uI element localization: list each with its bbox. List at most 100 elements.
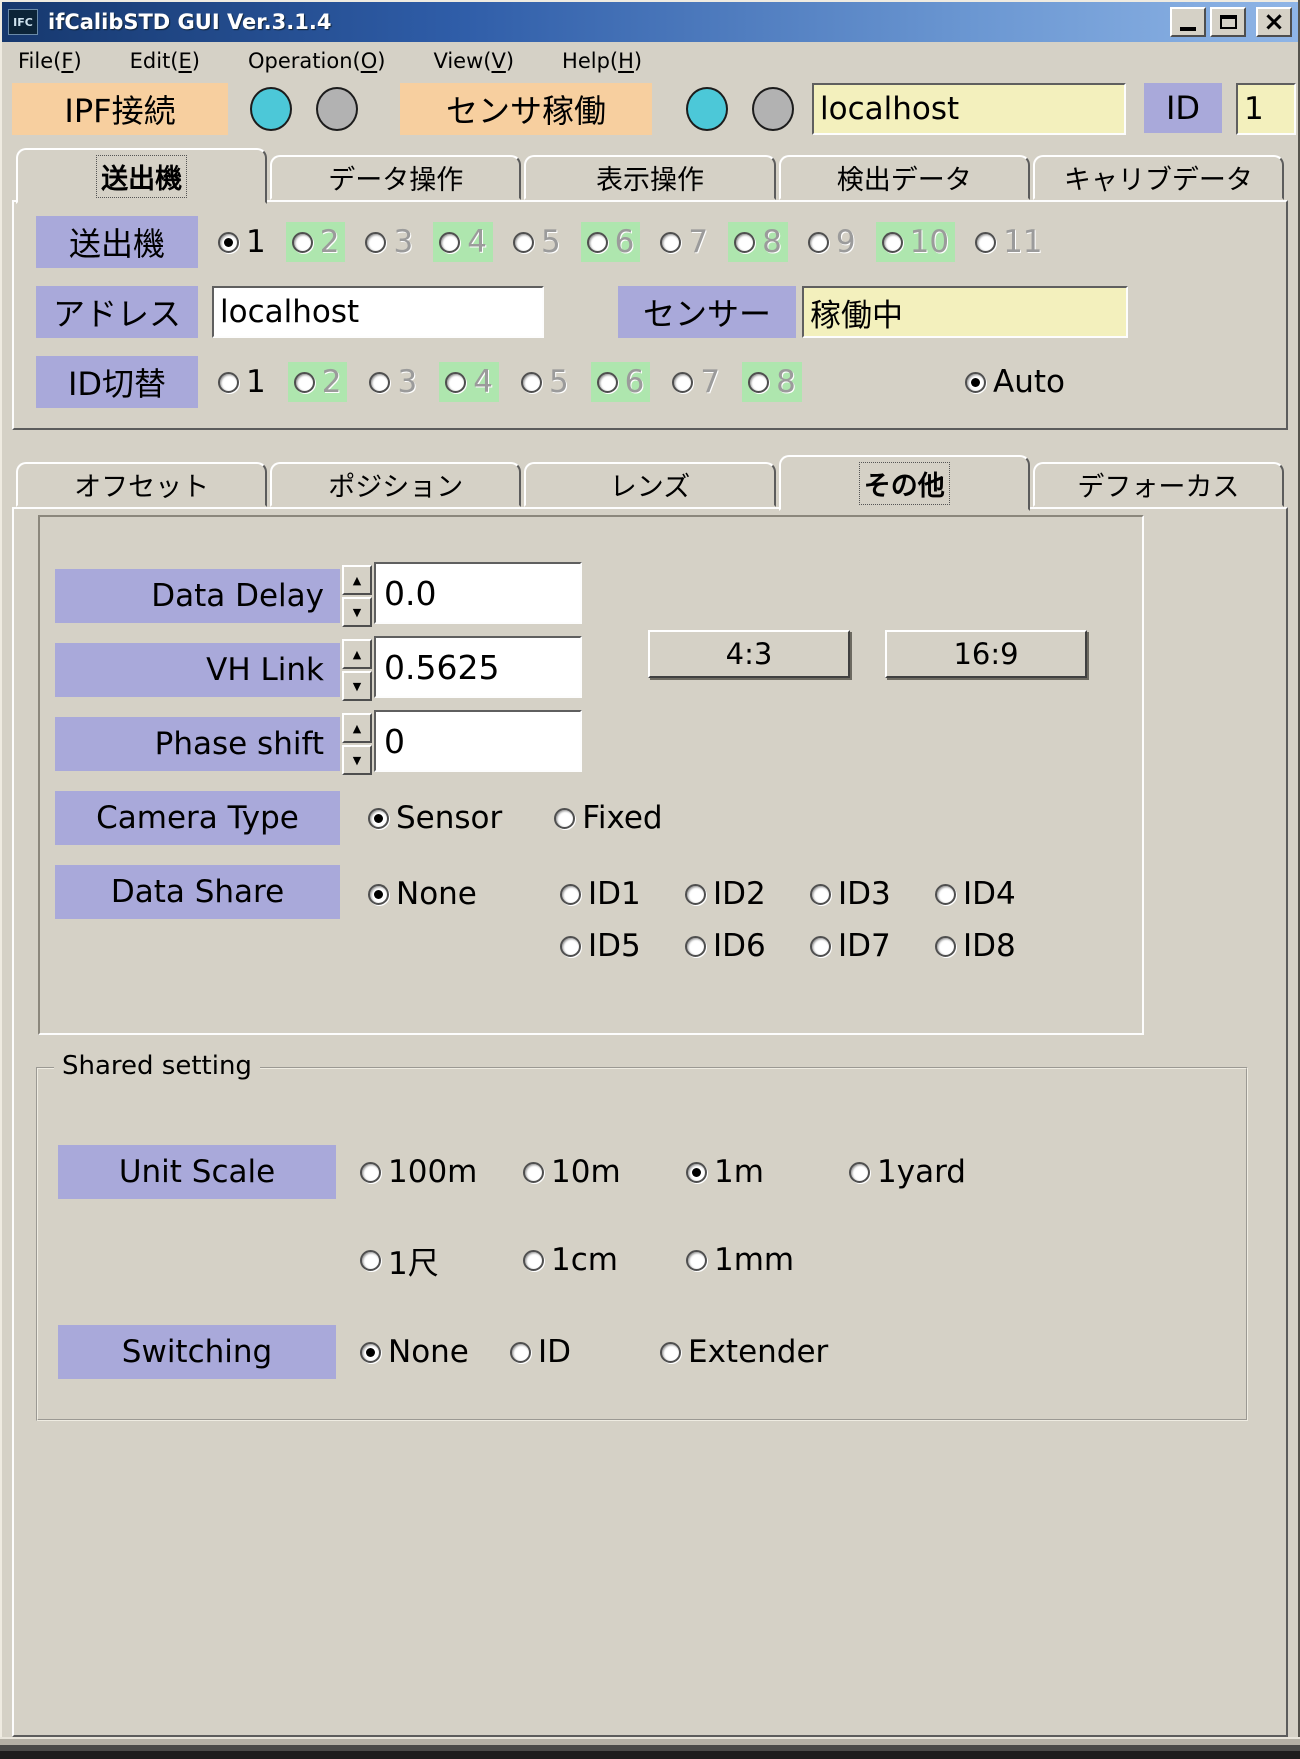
- tab-レンズ[interactable]: レンズ: [524, 462, 775, 507]
- radio-icon[interactable]: [810, 884, 831, 905]
- aspect-4-3-button[interactable]: 4:3: [648, 630, 850, 678]
- radio-icon: [808, 232, 829, 253]
- radio-option-ID4[interactable]: ID4: [935, 874, 1060, 914]
- radio-option-1[interactable]: 1: [212, 362, 272, 402]
- radio-option-1mm[interactable]: 1mm: [686, 1240, 849, 1280]
- radio-icon[interactable]: [686, 1250, 707, 1271]
- radio-option-None[interactable]: None: [362, 874, 483, 914]
- radio-icon[interactable]: [560, 884, 581, 905]
- id-switch-auto-radio: Auto: [959, 356, 1071, 408]
- radio-icon[interactable]: [218, 372, 239, 393]
- tab-キャリブデータ[interactable]: キャリブデータ: [1033, 155, 1284, 200]
- radio-option-ID3[interactable]: ID3: [810, 874, 935, 914]
- radio-icon[interactable]: [523, 1162, 544, 1183]
- radio-selected-icon[interactable]: [686, 1162, 707, 1183]
- radio-selected-icon[interactable]: [360, 1342, 381, 1363]
- spin-up-icon[interactable]: [342, 639, 372, 669]
- radio-icon[interactable]: [510, 1342, 531, 1363]
- radio-option-1yard[interactable]: 1yard: [849, 1152, 1012, 1192]
- address-field[interactable]: [212, 286, 544, 338]
- radio-selected-icon[interactable]: [368, 808, 389, 829]
- app-window: IFC ifCalibSTD GUI Ver.3.1.4 × File(F)Ed…: [0, 0, 1300, 1759]
- tab-検出データ[interactable]: 検出データ: [779, 155, 1030, 200]
- radio-option-Sensor[interactable]: Sensor: [362, 798, 508, 838]
- radio-option-ID[interactable]: ID: [510, 1332, 660, 1372]
- radio-option-Extender[interactable]: Extender: [660, 1332, 810, 1372]
- radio-option-1cm[interactable]: 1cm: [523, 1240, 686, 1280]
- radio-option-10m[interactable]: 10m: [523, 1152, 686, 1192]
- ipf-status-off-lamp-icon: [316, 87, 358, 131]
- radio-option-ID2[interactable]: ID2: [685, 874, 810, 914]
- spin-up-icon[interactable]: [342, 713, 372, 743]
- id-switch-label: ID切替: [36, 356, 198, 408]
- tab-表示操作[interactable]: 表示操作: [524, 155, 775, 200]
- radio-option-label: ID8: [963, 928, 1016, 964]
- tab-送出機[interactable]: 送出機: [16, 148, 267, 204]
- tab-label: オフセット: [74, 465, 209, 504]
- menu-item-operation[interactable]: Operation(O): [248, 49, 385, 73]
- radio-selected-icon[interactable]: [218, 232, 239, 253]
- radio-option-None[interactable]: None: [360, 1332, 510, 1372]
- radio-icon[interactable]: [560, 936, 581, 957]
- radio-icon[interactable]: [935, 884, 956, 905]
- radio-option-1尺[interactable]: 1尺: [360, 1236, 523, 1285]
- aspect-16-9-button[interactable]: 16:9: [885, 630, 1087, 678]
- id-field[interactable]: [1236, 83, 1296, 135]
- radio-option-6: 6: [581, 222, 641, 262]
- radio-option-1m[interactable]: 1m: [686, 1152, 849, 1192]
- vh-link-field[interactable]: [374, 636, 582, 698]
- radio-option-ID6[interactable]: ID6: [685, 926, 810, 966]
- radio-icon[interactable]: [523, 1250, 544, 1271]
- radio-icon[interactable]: [360, 1162, 381, 1183]
- menu-item-help[interactable]: Help(H): [562, 49, 642, 73]
- app-icon: IFC: [8, 9, 38, 35]
- spin-down-icon[interactable]: [342, 671, 372, 701]
- radio-icon[interactable]: [849, 1162, 870, 1183]
- close-button[interactable]: ×: [1256, 7, 1292, 37]
- menu-item-edit[interactable]: Edit(E): [130, 49, 200, 73]
- radio-option-ID7[interactable]: ID7: [810, 926, 935, 966]
- radio-option-ID8[interactable]: ID8: [935, 926, 1060, 966]
- phase-shift-field[interactable]: [374, 710, 582, 772]
- maximize-button[interactable]: [1210, 7, 1246, 37]
- radio-option-100m[interactable]: 100m: [360, 1152, 523, 1192]
- radio-option-label: 1mm: [714, 1242, 794, 1278]
- radio-icon[interactable]: [660, 1342, 681, 1363]
- radio-option-ID1[interactable]: ID1: [560, 874, 685, 914]
- host-field[interactable]: [812, 83, 1126, 135]
- radio-icon[interactable]: [810, 936, 831, 957]
- tab-その他[interactable]: その他: [779, 455, 1030, 511]
- radio-icon[interactable]: [935, 936, 956, 957]
- tab-label: 送出機: [96, 155, 187, 198]
- tab-オフセット[interactable]: オフセット: [16, 462, 267, 507]
- radio-option-label: 1cm: [551, 1242, 618, 1278]
- radio-option-3: 3: [359, 222, 419, 262]
- radio-selected-icon[interactable]: [368, 884, 389, 905]
- radio-selected-icon[interactable]: [965, 372, 986, 393]
- spin-down-icon[interactable]: [342, 745, 372, 775]
- tab-デフォーカス[interactable]: デフォーカス: [1033, 462, 1284, 507]
- radio-option-Auto[interactable]: Auto: [959, 362, 1071, 402]
- tab-label: ポジション: [328, 465, 463, 504]
- radio-option-Fixed[interactable]: Fixed: [548, 798, 668, 838]
- tab-データ操作[interactable]: データ操作: [270, 155, 521, 200]
- menu-item-view[interactable]: View(V): [433, 49, 514, 73]
- radio-icon: [597, 372, 618, 393]
- maximize-icon: [1220, 15, 1237, 29]
- sensor-label: センサー: [618, 286, 796, 338]
- radio-option-label: 10: [910, 224, 949, 260]
- minimize-button[interactable]: [1170, 7, 1206, 37]
- menu-item-file[interactable]: File(F): [18, 49, 82, 73]
- radio-icon[interactable]: [685, 936, 706, 957]
- radio-icon[interactable]: [554, 808, 575, 829]
- data-delay-field[interactable]: [374, 562, 582, 624]
- spin-up-icon[interactable]: [342, 565, 372, 595]
- radio-option-1[interactable]: 1: [212, 222, 272, 262]
- radio-option-ID5[interactable]: ID5: [560, 926, 685, 966]
- radio-option-2: 2: [286, 222, 346, 262]
- radio-icon[interactable]: [685, 884, 706, 905]
- radio-icon[interactable]: [360, 1250, 381, 1271]
- radio-option-label: 1: [246, 224, 266, 260]
- spin-down-icon[interactable]: [342, 597, 372, 627]
- tab-ポジション[interactable]: ポジション: [270, 462, 521, 507]
